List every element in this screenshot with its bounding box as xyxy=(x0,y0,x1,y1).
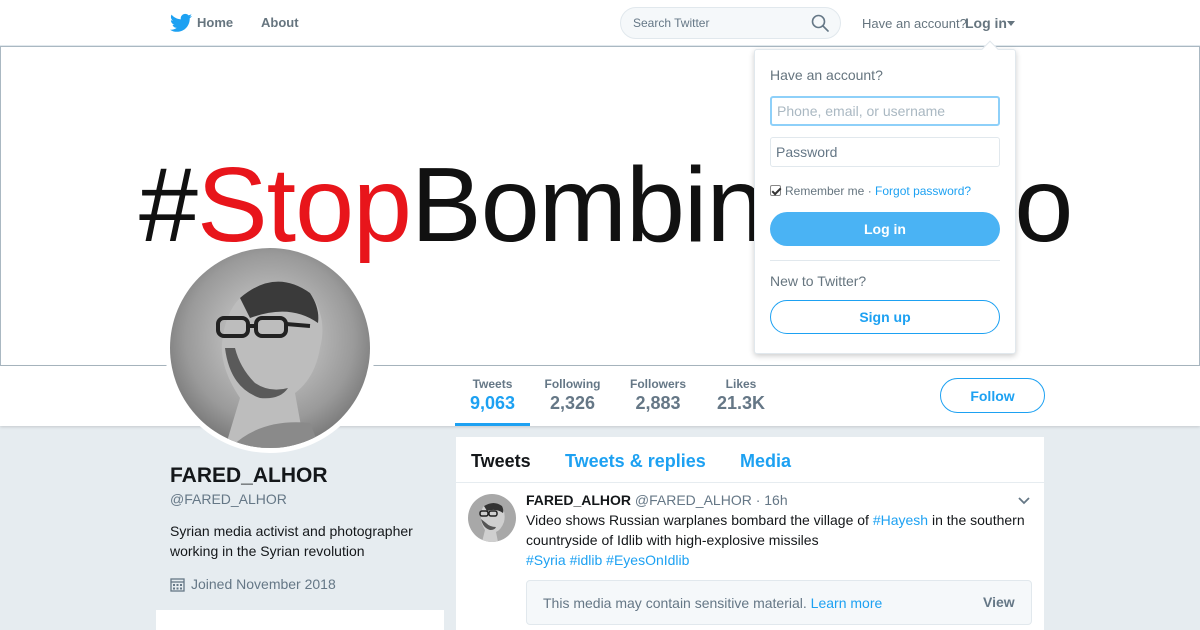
profile-handle[interactable]: @FARED_ALHOR xyxy=(170,491,287,507)
tweet-author-name[interactable]: FARED_ALHOR xyxy=(526,492,631,508)
top-navigation: Home About Have an account? Log in xyxy=(0,0,1200,46)
timeline: Tweets Tweets & replies Media FARED_ALHO… xyxy=(456,437,1044,630)
twitter-bird-icon[interactable] xyxy=(170,13,192,33)
login-button[interactable]: Log in xyxy=(770,212,1000,246)
tweet-author-handle[interactable]: @FARED_ALHOR xyxy=(635,492,752,508)
learn-more-link[interactable]: Learn more xyxy=(811,595,883,611)
search-icon[interactable] xyxy=(811,14,829,32)
nav-about-link[interactable]: About xyxy=(261,15,299,30)
have-account-text: Have an account? xyxy=(862,16,967,31)
tweet-header: FARED_ALHOR @FARED_ALHOR · 16h xyxy=(526,492,788,508)
hashtag-link[interactable]: #EyesOnIdlib xyxy=(606,552,689,568)
stat-tweets[interactable]: Tweets 9,063 xyxy=(455,377,530,426)
profile-joined: Joined November 2018 xyxy=(170,576,336,592)
login-dropdown: Have an account? Remember me · Forgot pa… xyxy=(754,40,1016,354)
stat-following[interactable]: Following 2,326 xyxy=(540,377,605,414)
divider xyxy=(770,260,1000,261)
sensitive-media-notice: This media may contain sensitive materia… xyxy=(526,580,1032,625)
forgot-password-link[interactable]: Forgot password? xyxy=(875,184,971,198)
tweet-timestamp[interactable]: · 16h xyxy=(756,492,788,508)
hashtag-link[interactable]: #Syria xyxy=(526,552,566,568)
remember-checkbox[interactable] xyxy=(770,185,781,196)
stat-likes[interactable]: Likes 21.3K xyxy=(711,377,771,414)
tab-tweets-replies[interactable]: Tweets & replies xyxy=(565,451,706,472)
profile-bio: Syrian media activist and photographer w… xyxy=(170,523,413,559)
chevron-down-icon[interactable] xyxy=(1018,497,1030,505)
tweet-text: Video shows Russian warplanes bombard th… xyxy=(526,512,1025,568)
hashtag-link[interactable]: #Hayesh xyxy=(873,512,928,528)
view-media-button[interactable]: View xyxy=(983,594,1015,610)
tweet-avatar[interactable] xyxy=(468,494,516,542)
search-input[interactable] xyxy=(620,7,841,39)
remember-row: Remember me · Forgot password? xyxy=(770,184,971,198)
nav-home-link[interactable]: Home xyxy=(197,15,233,30)
caret-down-icon[interactable] xyxy=(1007,21,1015,26)
dropdown-title: Have an account? xyxy=(770,67,883,83)
tab-tweets[interactable]: Tweets xyxy=(471,451,531,472)
password-input[interactable] xyxy=(770,137,1000,167)
profile-avatar[interactable] xyxy=(165,243,375,453)
follow-button[interactable]: Follow xyxy=(940,378,1045,413)
avatar-image xyxy=(170,248,370,448)
timeline-tabs: Tweets Tweets & replies Media xyxy=(456,437,1044,483)
new-to-twitter-text: New to Twitter? xyxy=(770,273,867,289)
username-input[interactable] xyxy=(770,96,1000,126)
joined-text: Joined November 2018 xyxy=(191,576,336,592)
signup-button[interactable]: Sign up xyxy=(770,300,1000,334)
login-dropdown-toggle[interactable]: Log in xyxy=(965,15,1007,31)
stat-followers[interactable]: Followers 2,883 xyxy=(625,377,691,414)
profile-name[interactable]: FARED_ALHOR xyxy=(170,464,328,488)
calendar-icon xyxy=(170,578,185,592)
hashtag-link[interactable]: #idlib xyxy=(570,552,603,568)
tab-media[interactable]: Media xyxy=(740,451,791,472)
sidebar-card xyxy=(156,610,444,630)
remember-label[interactable]: Remember me xyxy=(785,184,864,198)
